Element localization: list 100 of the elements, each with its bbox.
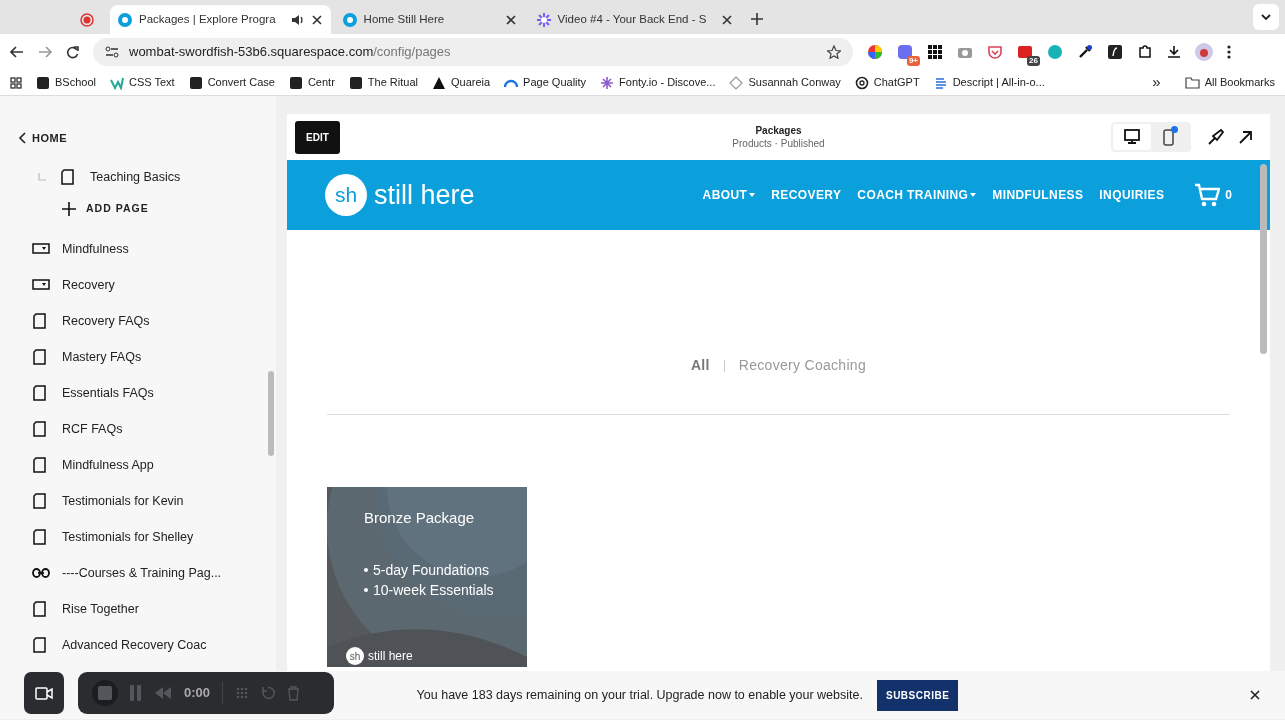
more-bookmarks-button[interactable]: »	[1152, 71, 1161, 94]
page-list-item[interactable]: Essentials FAQs	[0, 375, 162, 411]
bookmark[interactable]: Fonty.io - Discove...	[600, 74, 716, 91]
browser-tab[interactable]: Home Still Here	[334, 5, 525, 34]
desktop-icon	[1124, 128, 1140, 146]
download-icon[interactable]	[1167, 45, 1181, 59]
reload-icon[interactable]	[66, 45, 79, 59]
color-wheel-icon[interactable]	[867, 44, 883, 60]
page-list-item[interactable]: ----Courses & Training Pag...	[0, 555, 230, 591]
trial-message: You have 183 days remaining on your trial. Upgrade now to enable your website.	[416, 686, 863, 704]
grid-icon[interactable]	[927, 44, 943, 60]
profile-avatar-icon[interactable]	[1195, 43, 1213, 61]
page-list-item[interactable]: Teaching Basics	[46, 161, 189, 193]
recording-icon	[80, 13, 94, 27]
bookmark[interactable]: Susannah Conway	[729, 74, 841, 91]
product-card[interactable]: Bronze Package 5-day Foundations 10-week Essentials sh still here	[327, 487, 527, 667]
bookmark[interactable]: BSchool	[36, 74, 96, 91]
site-settings-icon[interactable]	[105, 46, 119, 58]
bookmark[interactable]: ChatGPT	[854, 74, 920, 91]
close-icon[interactable]	[721, 13, 734, 26]
bookmark[interactable]: Centr	[288, 74, 335, 91]
bookmark[interactable]: Descript | All-in-o...	[933, 74, 1045, 91]
subscribe-button[interactable]: SUBSCRIBE	[876, 679, 959, 711]
scrollbar-thumb[interactable]	[1260, 164, 1267, 354]
page-list-item[interactable]: Recovery	[0, 267, 123, 303]
page-list-item[interactable]: Mindfulness	[0, 231, 137, 267]
pocket-icon[interactable]	[987, 44, 1003, 60]
star-burst-icon	[600, 75, 615, 90]
bullet-icon	[364, 567, 368, 572]
edit-button[interactable]: EDIT	[295, 120, 340, 154]
plus-icon	[62, 202, 76, 216]
browser-tab[interactable]: Packages | Explore Progra	[110, 5, 331, 34]
add-page-button[interactable]: ADD PAGE	[0, 193, 157, 225]
bullet-icon	[364, 587, 368, 592]
square-logo-icon	[288, 75, 303, 90]
page-status: Products · Published	[732, 137, 825, 150]
bookmark-star-icon[interactable]	[827, 45, 841, 59]
device-button[interactable]	[1113, 124, 1151, 150]
new-tab-icon[interactable]	[751, 13, 764, 25]
page-list-item[interactable]: Recovery FAQs	[0, 303, 158, 339]
dots-grid-icon[interactable]	[235, 686, 250, 700]
link-icon	[32, 565, 50, 581]
close-icon[interactable]	[504, 13, 517, 26]
address-bar[interactable]: wombat-swordfish-53b6.squarespace.com/config/pages	[93, 38, 853, 66]
restart-icon[interactable]	[261, 686, 276, 700]
close-icon[interactable]	[1249, 689, 1261, 701]
product-feature: 5-day Foundations	[373, 560, 489, 580]
notification-count: 9+	[906, 56, 920, 66]
bookmark[interactable]: Page Quality	[504, 74, 587, 91]
page-list-item[interactable]: RCF FAQs	[0, 411, 131, 447]
bookmark[interactable]: The Ritual	[348, 74, 418, 91]
chevron-left-icon	[18, 132, 26, 144]
page-list-item[interactable]: Mastery FAQs	[0, 339, 150, 375]
star-burst-icon	[536, 12, 551, 27]
square-logo-icon	[188, 75, 203, 90]
circle-extension-icon[interactable]	[1047, 44, 1063, 60]
close-icon[interactable]	[310, 13, 323, 26]
lines-icon	[933, 75, 948, 90]
circle-favicon-icon	[342, 12, 357, 27]
diamond-icon	[729, 75, 744, 90]
extensions-icon[interactable]	[1137, 44, 1153, 60]
browser-tab[interactable]: Video #4 - Your Back End - S	[528, 5, 742, 34]
url-text: wombat-swordfish-53b6.squarespace.com/config/pages	[129, 43, 452, 62]
product-title: Bronze Package	[364, 508, 475, 528]
folder-icon	[1184, 76, 1200, 89]
folder-icon	[32, 277, 50, 293]
scrollbar-thumb[interactable]	[268, 371, 274, 456]
tree-elbow-icon	[38, 173, 46, 181]
app-icon[interactable]	[897, 44, 913, 60]
brush-icon[interactable]	[1207, 128, 1225, 146]
brand-name: still here	[368, 648, 413, 665]
page-list-item[interactable]: Testimonials for Shelley	[0, 519, 202, 555]
page-list-item[interactable]: Rise Together	[0, 591, 147, 627]
bookmark[interactable]: Quareia	[431, 74, 491, 91]
eyedropper-icon[interactable]	[1077, 44, 1093, 60]
page-list-item[interactable]: Testimonials for Kevin	[0, 483, 192, 519]
back-icon[interactable]	[10, 46, 24, 58]
camera-button[interactable]	[24, 672, 64, 714]
video-camera-icon	[35, 686, 53, 700]
cart-icon[interactable]	[1194, 182, 1221, 208]
ring-icon	[854, 75, 869, 90]
font-icon[interactable]	[1107, 44, 1123, 60]
triangle-icon	[431, 75, 446, 90]
forward-icon[interactable]	[38, 46, 52, 58]
page-list-item[interactable]: Mindfulness App	[0, 447, 162, 483]
page-list-item[interactable]: Advanced Recovery Coac	[0, 627, 215, 663]
folder-icon	[32, 241, 50, 257]
product-feature: 10-week Essentials	[373, 580, 494, 600]
square-logo-icon	[348, 75, 363, 90]
more-menu-icon[interactable]	[1227, 45, 1231, 59]
bookmark[interactable]: Convert Case	[188, 74, 275, 91]
tab-search-icon[interactable]	[1253, 4, 1279, 30]
apps-icon[interactable]	[10, 76, 22, 89]
all-bookmarks-button[interactable]: All Bookmarks	[1184, 74, 1275, 91]
back-link[interactable]: HOME	[18, 129, 67, 147]
speaker-icon[interactable]	[290, 13, 304, 26]
category-filter[interactable]: All	[690, 355, 710, 376]
open-external-icon[interactable]	[1239, 130, 1252, 144]
bookmark[interactable]: CSS Text	[110, 74, 175, 91]
page-title: Packages	[755, 124, 802, 137]
